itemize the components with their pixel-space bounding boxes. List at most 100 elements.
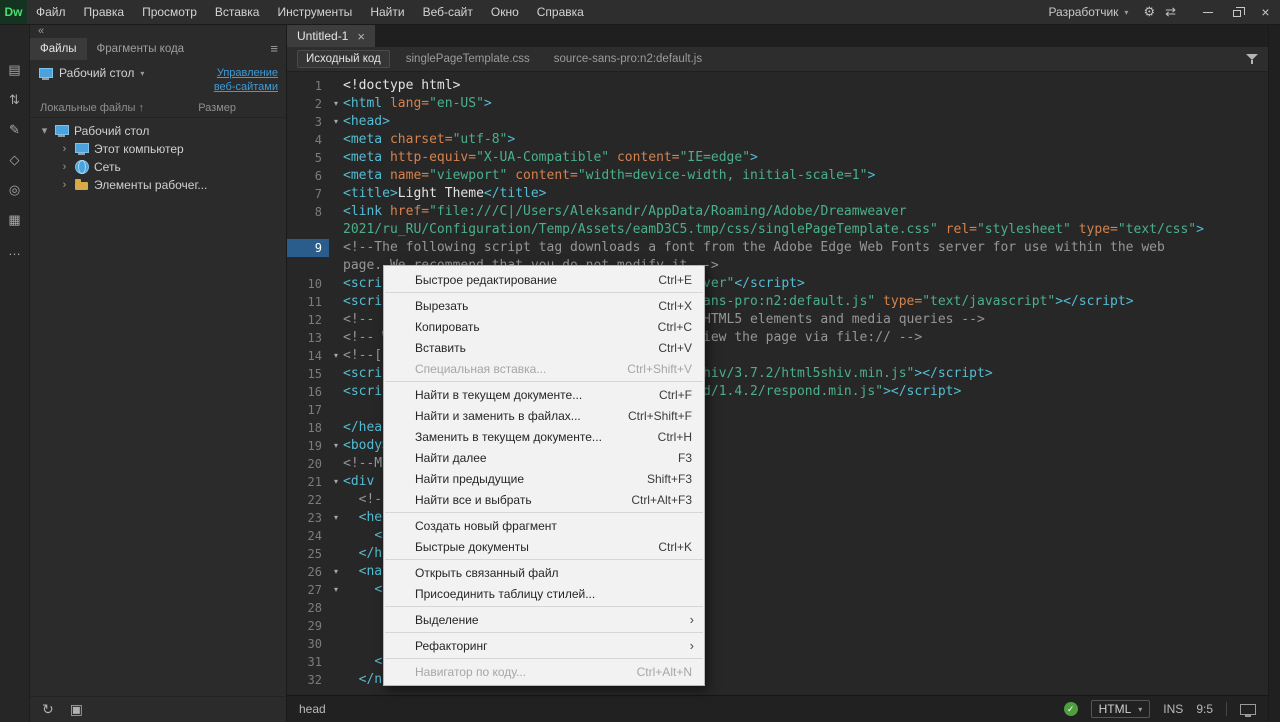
context-menu-item[interactable]: Открыть связанный файл (384, 562, 704, 583)
manage-sites-link[interactable]: Управление веб-сайтами (214, 66, 278, 95)
line-number: 1 (287, 77, 329, 95)
menubar-item[interactable]: Инструменты (268, 0, 361, 24)
context-menu-item[interactable]: Выделение› (384, 609, 704, 630)
context-menu-item[interactable]: Присоединить таблицу стилей... (384, 583, 704, 604)
context-menu-item[interactable]: Найти далееF3 (384, 447, 704, 468)
tree-item[interactable]: ›Сеть (30, 158, 286, 176)
insert-mode-indicator[interactable]: INS (1163, 702, 1183, 716)
right-panel-dock[interactable] (1268, 25, 1280, 722)
fold-marker-icon[interactable]: ▾ (329, 437, 343, 455)
code-line[interactable]: 1<!doctype html> (287, 77, 1268, 95)
file-transfer-icon[interactable]: ⇅ (0, 85, 29, 115)
fold-marker-icon[interactable]: ▾ (329, 581, 343, 599)
code-line[interactable]: 6<meta name="viewport" content="width=de… (287, 167, 1268, 185)
column-local-files[interactable]: Локальные файлы ↑ (40, 102, 144, 114)
expander-icon[interactable]: › (60, 143, 69, 155)
menubar-item[interactable]: Вставка (206, 0, 269, 24)
fold-marker-icon[interactable]: ▾ (329, 113, 343, 131)
extract-icon[interactable]: ◇ (0, 145, 29, 175)
filter-icon[interactable] (1246, 54, 1258, 64)
column-size[interactable]: Размер (198, 102, 236, 114)
site-selector[interactable]: Рабочий стол ▾ (38, 66, 144, 80)
menubar-item[interactable]: Веб-сайт (414, 0, 482, 24)
sync-icon[interactable]: ⇄ (1160, 4, 1181, 20)
expander-icon[interactable]: › (60, 161, 69, 173)
line-number: 32 (287, 671, 329, 689)
close-button[interactable]: × (1251, 0, 1280, 24)
context-menu-item[interactable]: Заменить в текущем документе...Ctrl+H (384, 426, 704, 447)
line-number: 2 (287, 95, 329, 113)
context-menu-item[interactable]: ВставитьCtrl+V (384, 337, 704, 358)
related-file[interactable]: singlePageTemplate.css (398, 51, 538, 67)
code-line[interactable]: 3▾<head> (287, 113, 1268, 131)
context-menu-item[interactable]: ВырезатьCtrl+X (384, 295, 704, 316)
menubar-item[interactable]: Справка (528, 0, 593, 24)
context-menu-item[interactable]: Быстрое редактированиеCtrl+E (384, 269, 704, 290)
minimize-button[interactable] (1193, 0, 1222, 24)
fold-marker-icon[interactable]: ▾ (329, 347, 343, 365)
code-line[interactable]: 5<meta http-equiv="X-UA-Compatible" cont… (287, 149, 1268, 167)
menubar-item[interactable]: Просмотр (133, 0, 206, 24)
fold-marker-icon[interactable]: ▾ (329, 95, 343, 113)
app-logo-icon[interactable]: Dw (0, 0, 27, 24)
close-tab-icon[interactable]: × (357, 29, 365, 44)
code-text: <title>Light Theme</title> (343, 185, 1205, 203)
menubar-item[interactable]: Правка (75, 0, 134, 24)
fold-marker-icon[interactable]: ▾ (329, 563, 343, 581)
activity-log-icon[interactable]: ▣ (70, 701, 83, 718)
tree-item[interactable]: ›Этот компьютер (30, 140, 286, 158)
context-menu-item[interactable]: Быстрые документыCtrl+K (384, 536, 704, 557)
context-menu-item: Навигатор по коду...Ctrl+Alt+N (384, 661, 704, 682)
editor-statusbar: head ✓ HTML ▾ INS 9:5 (287, 695, 1268, 722)
context-menu-item[interactable]: Найти предыдущиеShift+F3 (384, 468, 704, 489)
workspace-switcher[interactable]: Разработчик ▾ (1038, 5, 1138, 19)
line-number: 28 (287, 599, 329, 617)
tag-selector[interactable]: head (299, 702, 326, 716)
panel-tab[interactable]: Файлы (30, 38, 87, 60)
window-size-icon[interactable] (1240, 704, 1256, 715)
menubar-item[interactable]: Окно (482, 0, 528, 24)
code-line[interactable]: 8<link href="file:///C|/Users/Aleksandr/… (287, 203, 1268, 239)
fold-marker-icon[interactable]: ▾ (329, 509, 343, 527)
line-number: 9 (287, 239, 329, 257)
panel-tab[interactable]: Фрагменты кода (87, 38, 195, 60)
fold-marker-icon[interactable]: ▾ (329, 473, 343, 491)
more-tools-icon[interactable]: … (0, 235, 29, 265)
context-menu-item[interactable]: Рефакторинг› (384, 635, 704, 656)
expander-icon[interactable]: › (60, 179, 69, 191)
dom-panel-icon[interactable]: ▦ (0, 205, 29, 235)
doctype-dropdown[interactable]: HTML ▾ (1091, 700, 1151, 718)
context-menu-item[interactable]: Создать новый фрагмент (384, 515, 704, 536)
restore-button[interactable] (1222, 0, 1251, 24)
line-number: 14 (287, 347, 329, 365)
panel-menu-icon[interactable]: ≡ (270, 41, 278, 56)
context-menu-item[interactable]: Найти и заменить в файлах...Ctrl+Shift+F (384, 405, 704, 426)
tree-item[interactable]: ▾Рабочий стол (30, 122, 286, 140)
quick-edit-icon[interactable]: ✎ (0, 115, 29, 145)
open-documents-icon[interactable]: ▤ (0, 55, 29, 85)
context-menu-item-label: Специальная вставка... (415, 362, 627, 376)
collapse-panel-icon[interactable]: « (38, 25, 44, 37)
gear-icon[interactable]: ⚙ (1138, 4, 1160, 20)
context-menu-shortcut: Ctrl+Alt+F3 (631, 493, 692, 507)
files-panel: « ФайлыФрагменты кода ≡ Рабочий стол ▾ Уп… (30, 25, 287, 722)
line-number: 12 (287, 311, 329, 329)
code-line[interactable]: 7 <title>Light Theme</title> (287, 185, 1268, 203)
code-line[interactable]: 2▾<html lang="en-US"> (287, 95, 1268, 113)
refresh-icon[interactable]: ↻ (42, 701, 54, 718)
document-tab[interactable]: Untitled-1 × (287, 25, 375, 47)
context-menu-item[interactable]: Найти в текущем документе...Ctrl+F (384, 384, 704, 405)
comments-icon[interactable]: ◎ (0, 175, 29, 205)
code-line[interactable]: 4<meta charset="utf-8"> (287, 131, 1268, 149)
related-file[interactable]: source-sans-pro:n2:default.js (546, 51, 710, 67)
line-number: 7 (287, 185, 329, 203)
expander-icon[interactable]: ▾ (40, 124, 49, 137)
related-file[interactable]: Исходный код (297, 50, 390, 68)
menu-separator (385, 632, 703, 633)
menubar-item[interactable]: Файл (27, 0, 75, 24)
tree-item[interactable]: ›Элементы рабочег... (30, 176, 286, 194)
lint-ok-icon[interactable]: ✓ (1064, 702, 1078, 716)
menubar-item[interactable]: Найти (361, 0, 413, 24)
context-menu-item[interactable]: КопироватьCtrl+C (384, 316, 704, 337)
context-menu-item[interactable]: Найти все и выбратьCtrl+Alt+F3 (384, 489, 704, 510)
